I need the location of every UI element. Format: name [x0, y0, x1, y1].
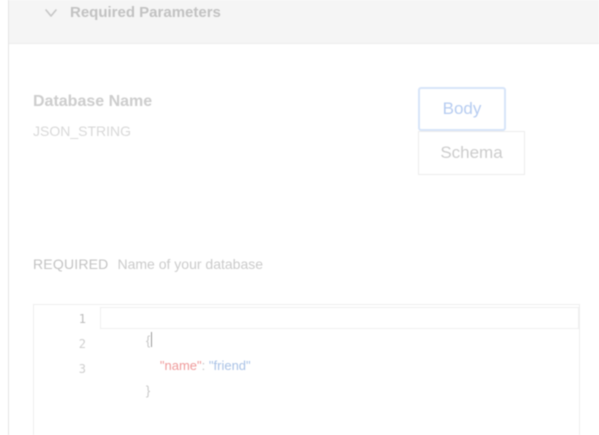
parameter-type: JSON_STRING — [33, 123, 132, 139]
code-line[interactable]: { — [117, 308, 153, 348]
code-line[interactable]: "name": "friend" — [131, 333, 251, 373]
parameter-requirement: REQUIRED Name of your database — [33, 256, 263, 272]
tab-body[interactable]: Body — [418, 87, 506, 131]
json-body-editor[interactable]: 1 2 3 { "name": "friend" } — [33, 304, 580, 435]
parameter-description: Name of your database — [117, 256, 264, 272]
line-number-gutter: 1 2 3 — [34, 305, 100, 435]
active-line-highlight — [100, 307, 579, 329]
line-number: 2 — [78, 337, 86, 351]
section-header-required-parameters[interactable]: Required Parameters — [9, 0, 599, 44]
tab-schema[interactable]: Schema — [418, 131, 525, 175]
code-line[interactable]: } — [117, 358, 150, 398]
section-title: Required Parameters — [70, 4, 221, 21]
line-number: 3 — [78, 362, 86, 376]
left-border — [8, 0, 9, 435]
code-area[interactable]: { "name": "friend" } — [100, 305, 579, 435]
code-token: "friend" — [208, 358, 251, 373]
line-number: 1 — [78, 312, 86, 326]
page: Required Parameters Database Name JSON_S… — [0, 0, 599, 435]
code-token: } — [145, 383, 151, 398]
code-token: "name" — [159, 358, 202, 373]
chevron-down-icon[interactable] — [43, 6, 59, 20]
parameter-name: Database Name — [33, 93, 153, 110]
required-badge: REQUIRED — [33, 256, 109, 272]
code-token: : — [201, 358, 209, 373]
